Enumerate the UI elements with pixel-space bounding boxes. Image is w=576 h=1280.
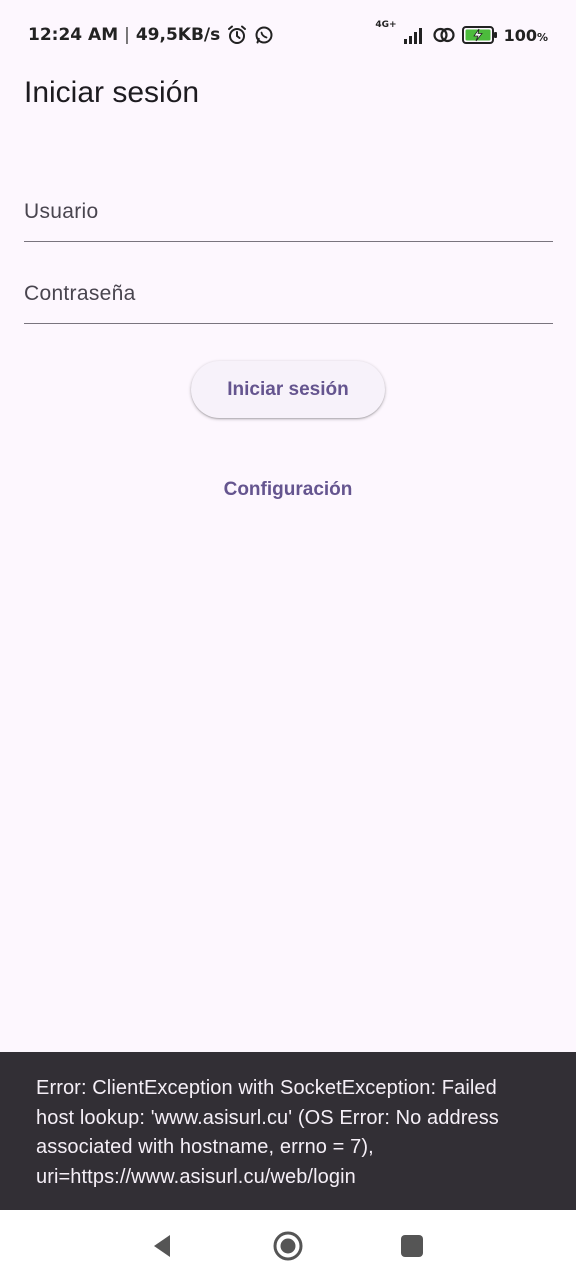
error-message: Error: ClientException with SocketExcept… bbox=[36, 1077, 499, 1188]
recents-icon bbox=[401, 1235, 423, 1257]
alarm-icon bbox=[226, 24, 248, 46]
back-button[interactable] bbox=[142, 1226, 182, 1266]
status-bar-left: 12:24 AM | 49,5KB/s bbox=[28, 24, 274, 46]
status-bar: 12:24 AM | 49,5KB/s 4G+ 100% bbox=[0, 0, 576, 70]
hotspot-icon bbox=[432, 25, 456, 45]
username-field[interactable] bbox=[24, 182, 553, 242]
whatsapp-icon bbox=[254, 25, 274, 45]
status-separator: | bbox=[124, 25, 130, 45]
status-time: 12:24 AM bbox=[28, 25, 119, 45]
error-snackbar: Error: ClientException with SocketExcept… bbox=[0, 1052, 576, 1210]
password-field[interactable] bbox=[24, 264, 553, 324]
username-input[interactable] bbox=[24, 182, 553, 241]
battery-percent-unit: % bbox=[536, 30, 548, 44]
login-button[interactable]: Iniciar sesión bbox=[191, 361, 385, 418]
recents-button[interactable] bbox=[392, 1226, 432, 1266]
status-bar-right: 4G+ 100% bbox=[375, 21, 548, 45]
password-input[interactable] bbox=[24, 264, 553, 323]
battery-percent: 100% bbox=[504, 26, 548, 45]
battery-percent-value: 100 bbox=[503, 25, 537, 45]
network-type-label: 4G+ bbox=[375, 20, 397, 30]
battery-charging-icon bbox=[461, 25, 498, 45]
settings-link[interactable]: Configuración bbox=[188, 470, 388, 510]
home-button[interactable] bbox=[268, 1226, 308, 1266]
network-speed: 49,5KB/s bbox=[135, 25, 221, 45]
back-icon bbox=[154, 1235, 170, 1257]
signal-icon bbox=[403, 26, 426, 44]
page-title: Iniciar sesión bbox=[24, 76, 200, 109]
navigation-bar bbox=[0, 1210, 576, 1280]
home-icon bbox=[273, 1231, 303, 1261]
